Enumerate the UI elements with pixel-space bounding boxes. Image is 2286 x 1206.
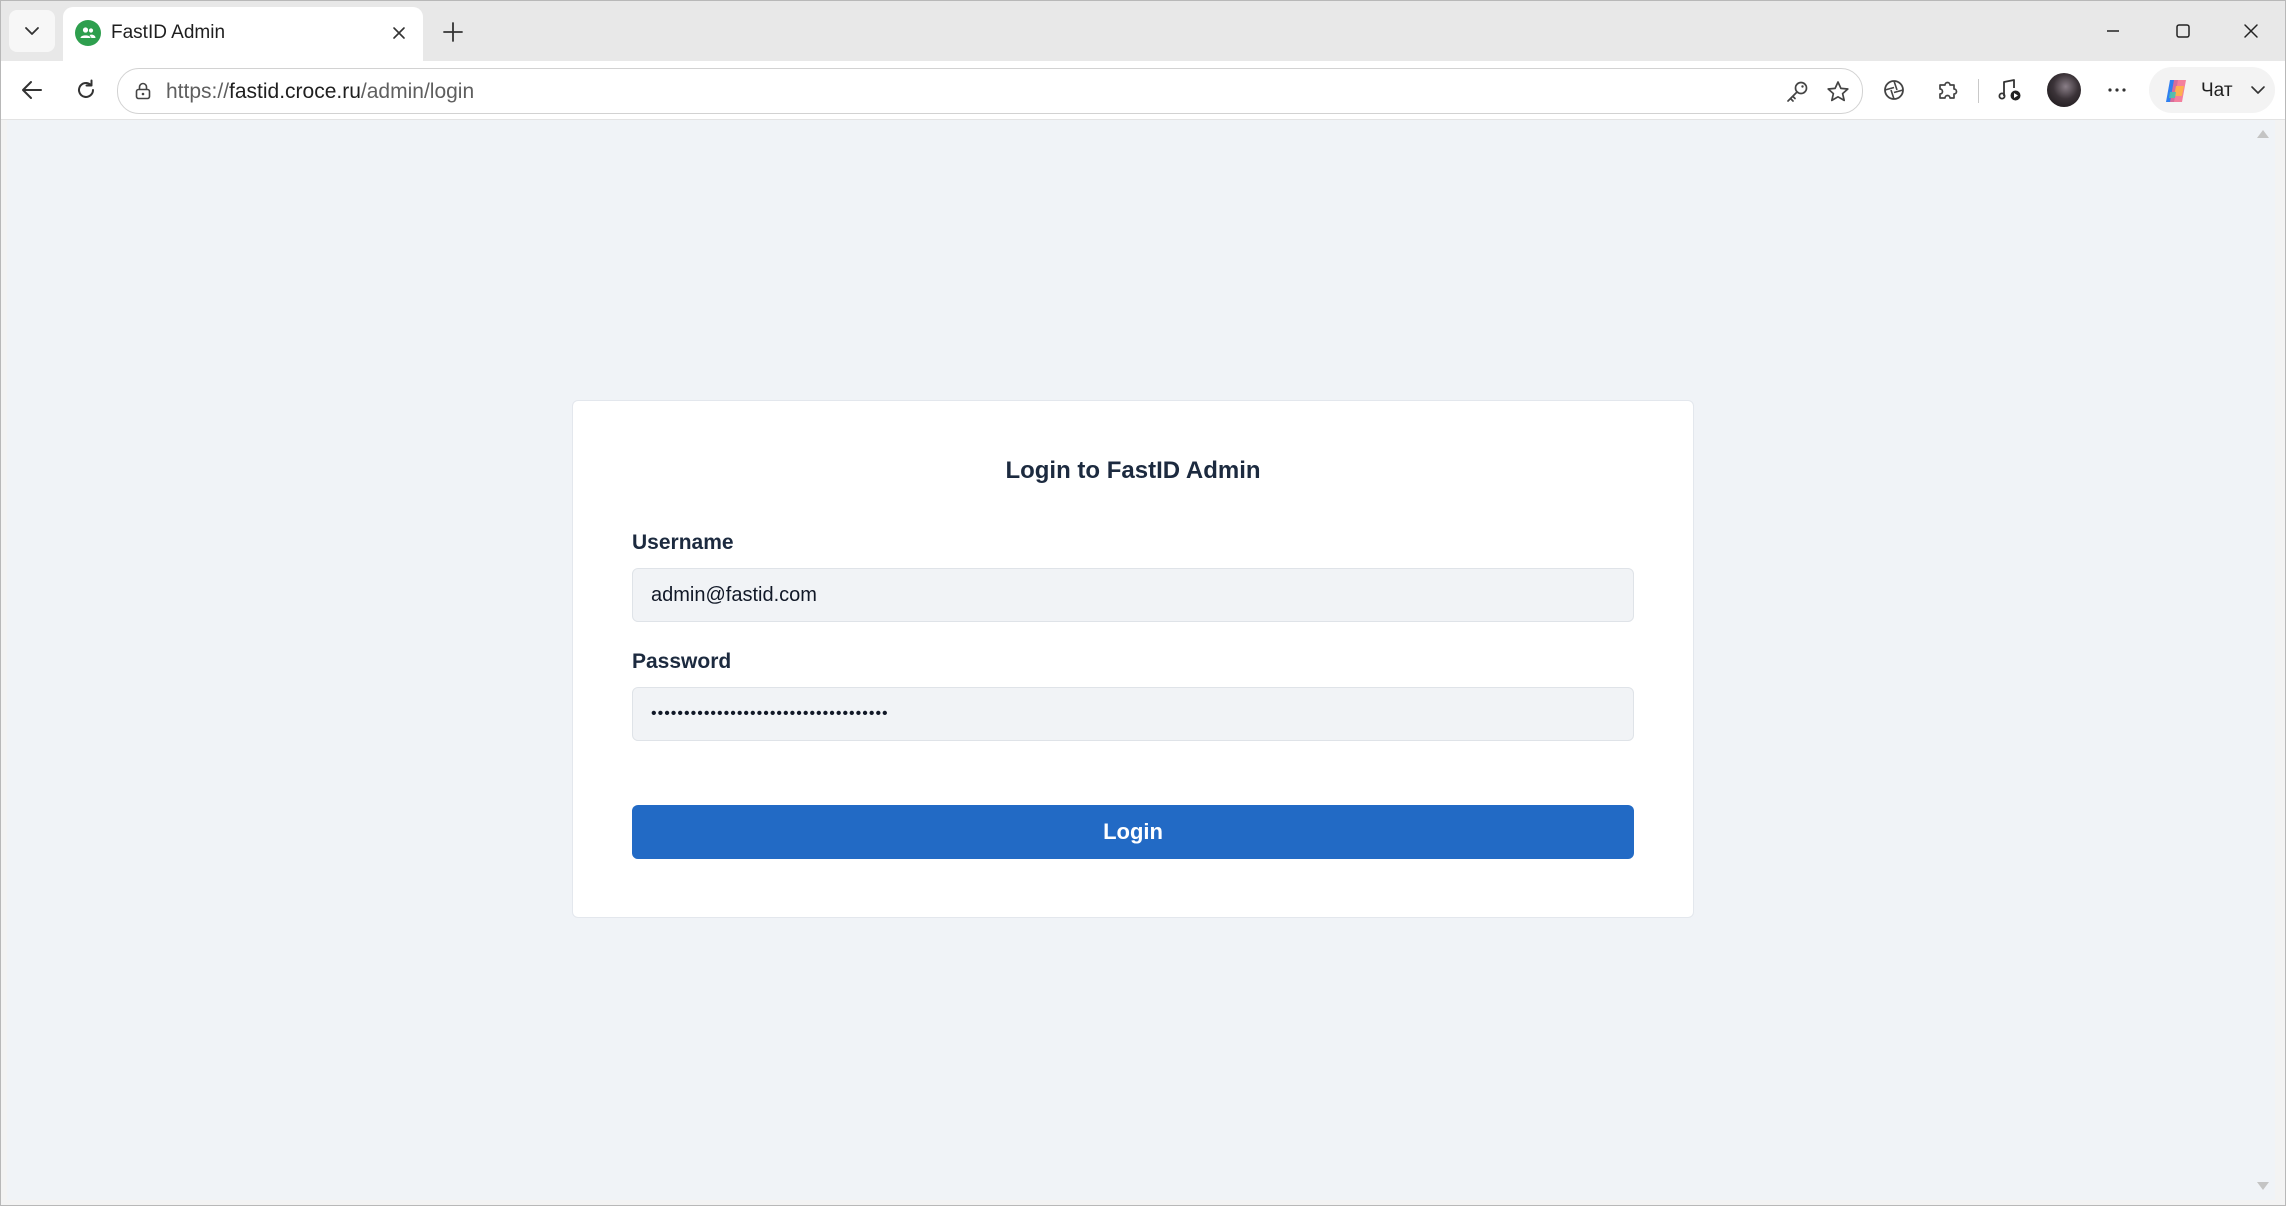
aperture-button[interactable] <box>1875 71 1913 109</box>
tab-active[interactable]: FastID Admin <box>63 7 423 61</box>
chevron-down-icon <box>25 27 39 35</box>
favorite-button[interactable] <box>1823 77 1853 107</box>
profile-avatar[interactable] <box>2047 73 2081 107</box>
password-label: Password <box>632 650 732 673</box>
tab-list-button[interactable] <box>9 10 55 52</box>
chat-label: Чат <box>2201 80 2233 101</box>
reload-button[interactable] <box>67 71 105 109</box>
login-card: Login to FastID Admin Username Password … <box>572 400 1694 918</box>
scroll-up-arrow[interactable] <box>2257 130 2269 138</box>
puzzle-icon <box>1939 81 1958 99</box>
new-tab-button[interactable] <box>435 14 471 50</box>
browser-window: FastID Admin https://fastid.croce.ru/adm… <box>0 0 2286 1206</box>
address-bar[interactable]: https://fastid.croce.ru/admin/login <box>117 68 1863 114</box>
password-manager-button[interactable] <box>1782 77 1812 107</box>
back-button[interactable] <box>13 71 51 109</box>
more-dots-icon <box>2108 88 2126 92</box>
username-label: Username <box>632 531 734 554</box>
page-viewport: Login to FastID Admin Username Password … <box>7 120 2275 1200</box>
chevron-down-icon <box>2251 86 2265 94</box>
url-scheme: https:// <box>166 80 230 103</box>
music-note-icon <box>1998 79 2021 101</box>
minimize-button[interactable] <box>2083 9 2143 53</box>
address-url: https://fastid.croce.ru/admin/login <box>166 80 474 104</box>
tab-strip: FastID Admin <box>1 1 2285 61</box>
media-control-button[interactable] <box>1991 71 2029 109</box>
tab-title: FastID Admin <box>111 22 226 43</box>
site-info-button[interactable] <box>132 80 154 102</box>
chat-button[interactable]: Чат <box>2149 67 2275 113</box>
close-window-button[interactable] <box>2221 9 2281 53</box>
maximize-icon <box>2176 24 2190 38</box>
star-icon <box>1827 81 1849 102</box>
lock-icon <box>135 82 151 100</box>
maximize-button[interactable] <box>2153 9 2213 53</box>
people-icon <box>75 20 101 46</box>
url-path: /admin/login <box>360 80 475 103</box>
more-menu-button[interactable] <box>2098 71 2136 109</box>
username-input[interactable] <box>632 568 1634 622</box>
tab-close-button[interactable] <box>385 19 413 47</box>
aperture-icon <box>1884 80 1904 100</box>
extensions-button[interactable] <box>1929 71 1967 109</box>
close-icon <box>393 27 405 39</box>
close-icon <box>2244 24 2258 38</box>
plus-icon <box>443 22 463 42</box>
browser-toolbar: https://fastid.croce.ru/admin/login Чат <box>1 61 2285 120</box>
toolbar-separator <box>1978 79 1979 103</box>
login-button[interactable]: Login <box>632 805 1634 859</box>
back-arrow-icon <box>22 81 42 99</box>
reload-icon <box>78 79 94 98</box>
password-input[interactable] <box>632 687 1634 741</box>
copilot-logo-icon <box>2166 80 2186 102</box>
url-host: fastid.croce.ru <box>229 80 361 103</box>
login-title: Login to FastID Admin <box>1005 457 1261 484</box>
minimize-icon <box>2107 30 2119 32</box>
key-icon <box>1787 81 1808 102</box>
scroll-down-arrow[interactable] <box>2257 1182 2269 1190</box>
